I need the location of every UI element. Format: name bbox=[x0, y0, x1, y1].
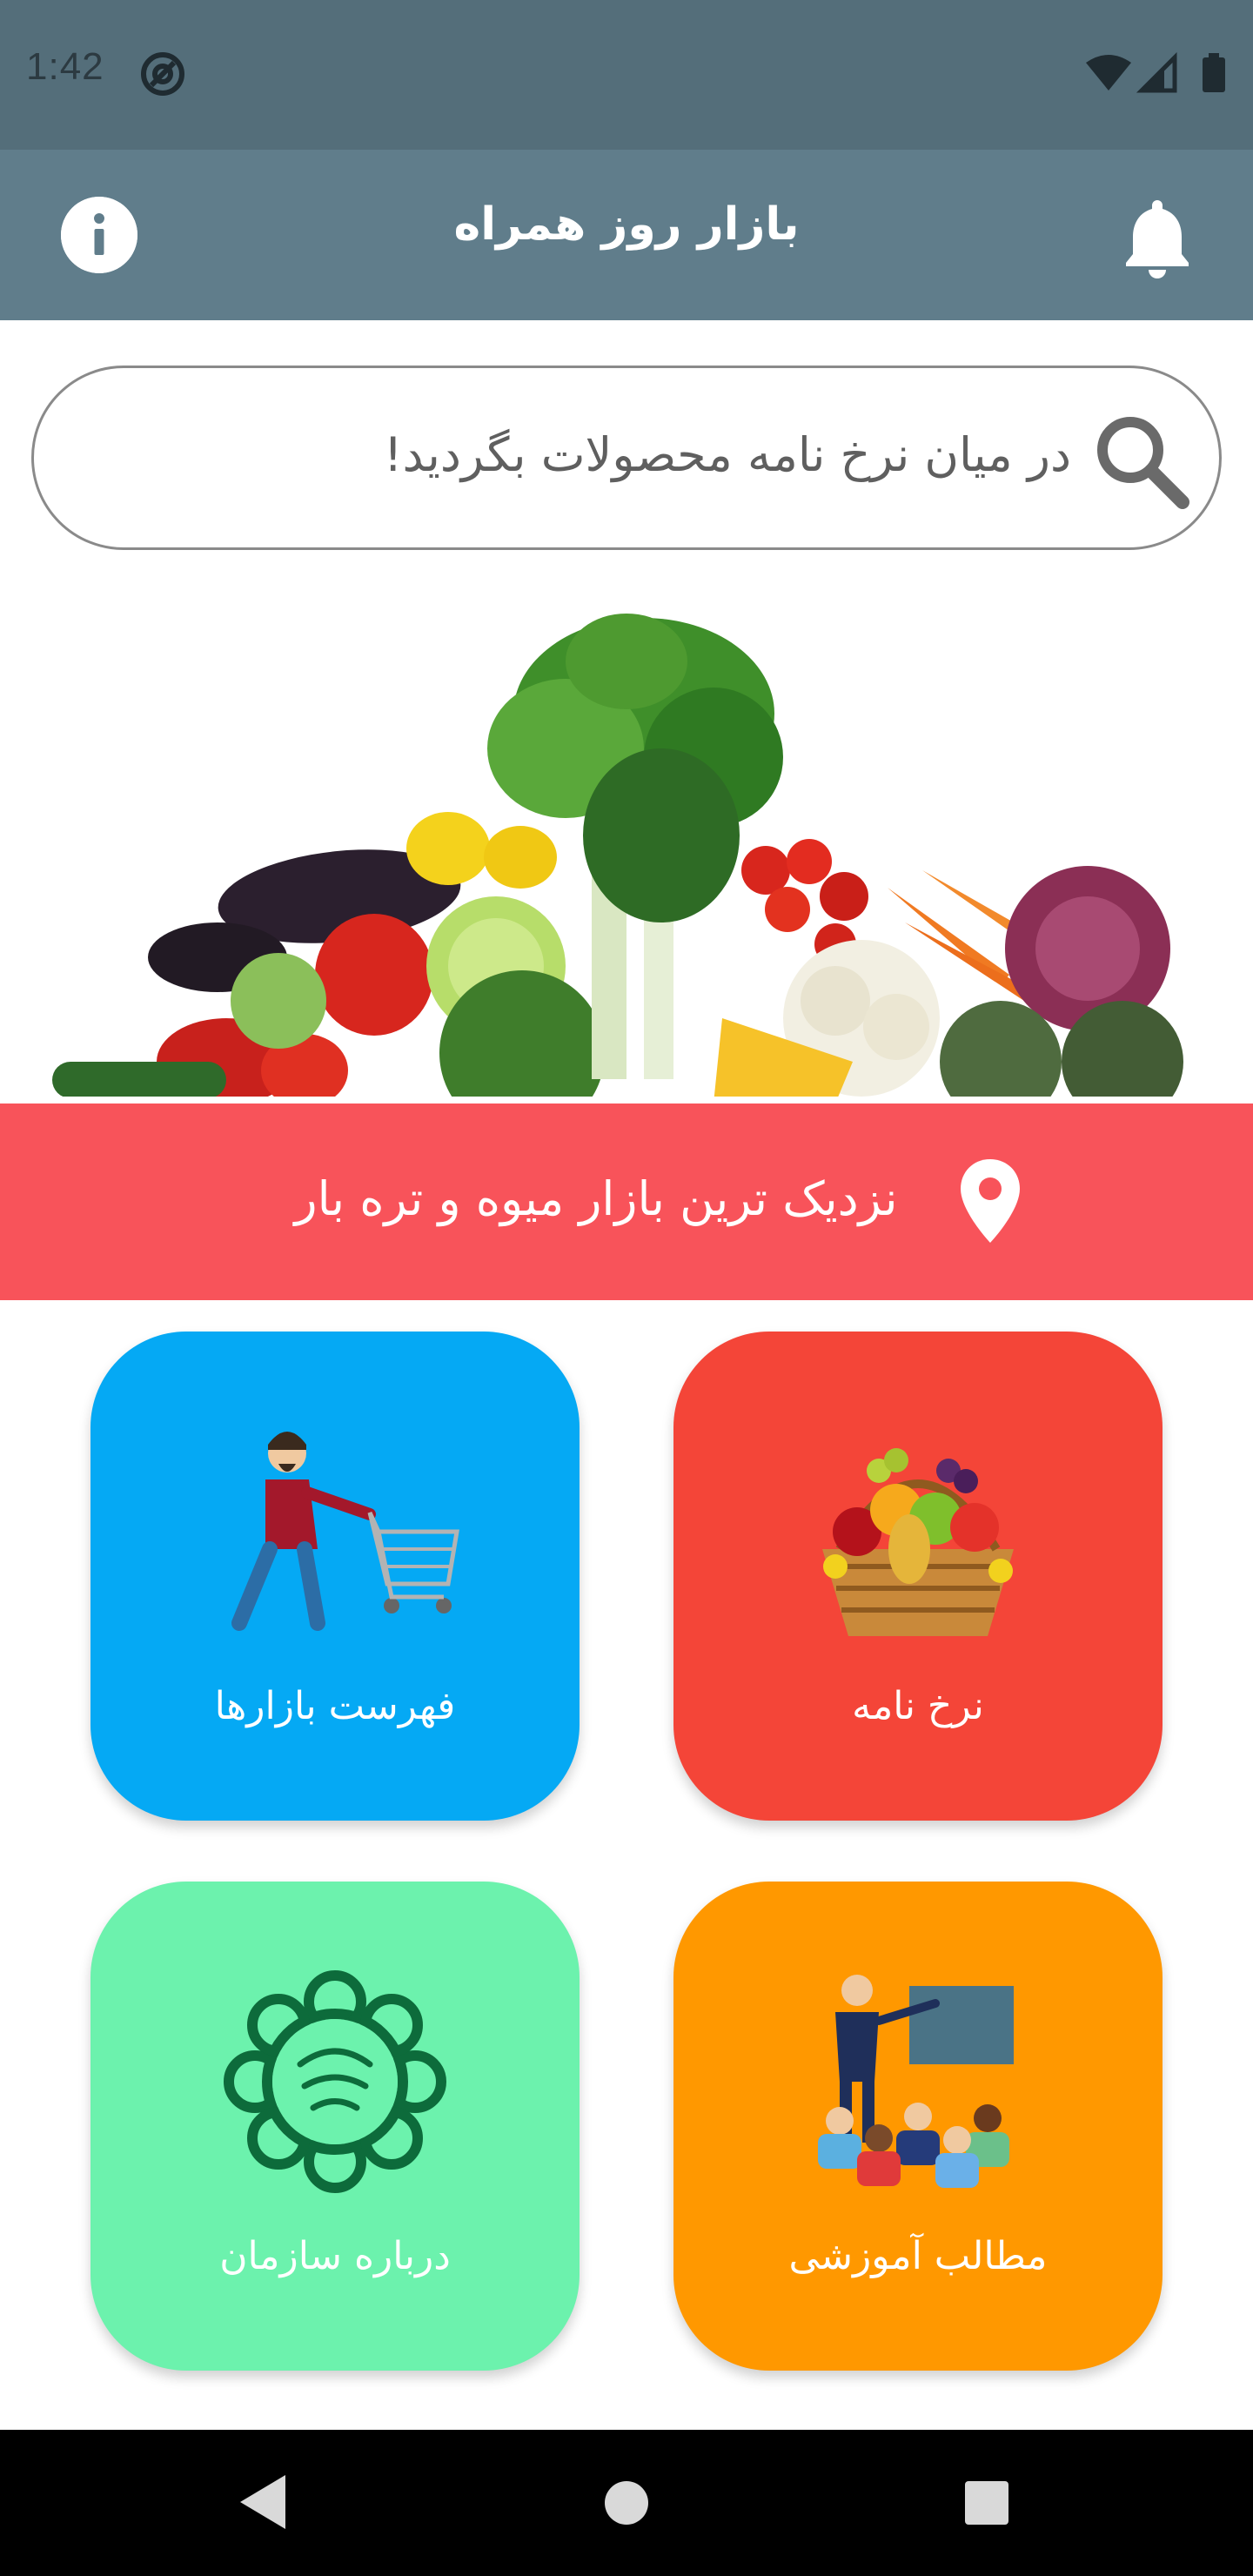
app-title: بازار روز همراه bbox=[453, 198, 800, 251]
app-screen: 1:42 بازار روز همراه در میان نرخ نامه مح… bbox=[0, 0, 1253, 2576]
back-icon[interactable] bbox=[237, 2472, 289, 2532]
app-bar: بازار روز همراه bbox=[0, 150, 1253, 320]
home-icon[interactable] bbox=[604, 2480, 649, 2526]
wifi-icon bbox=[1086, 55, 1131, 91]
status-time: 1:42 bbox=[26, 45, 104, 88]
tile-markets-list-art bbox=[90, 1419, 580, 1680]
search-icon bbox=[1097, 417, 1189, 509]
location-pin-icon bbox=[961, 1159, 1020, 1243]
nearest-market-label: نزدیک ترین بازار میوه و تره بار bbox=[294, 1171, 898, 1226]
search-placeholder: در میان نرخ نامه محصولات بگردید! bbox=[383, 427, 1071, 482]
navigation-bar bbox=[0, 2430, 1253, 2576]
search-input[interactable]: در میان نرخ نامه محصولات بگردید! bbox=[31, 366, 1222, 550]
tile-educational[interactable]: مطالب آموزشی bbox=[673, 1882, 1163, 2371]
tile-price-list-label: نرخ نامه bbox=[852, 1684, 984, 1728]
bell-icon[interactable] bbox=[1114, 193, 1201, 280]
tile-markets-list-label: فهرست بازارها bbox=[214, 1684, 456, 1728]
hero-vegetables-image bbox=[0, 614, 1253, 1104]
tile-educational-label: مطالب آموزشی bbox=[788, 2234, 1048, 2278]
nearest-market-button[interactable]: نزدیک ترین بازار میوه و تره بار bbox=[0, 1104, 1253, 1300]
shopping-cart-man-icon bbox=[231, 1432, 459, 1631]
tile-price-list[interactable]: نرخ نامه bbox=[673, 1332, 1163, 1821]
status-bar: 1:42 bbox=[0, 0, 1253, 150]
tile-about-organization-art bbox=[90, 1969, 580, 2230]
classroom-teacher-icon bbox=[818, 1975, 1014, 2188]
tile-about-organization[interactable]: درباره سازمان bbox=[90, 1882, 580, 2371]
tehran-municipality-logo bbox=[224, 1970, 446, 2193]
recents-icon[interactable] bbox=[964, 2480, 1009, 2526]
battery-icon bbox=[1203, 57, 1225, 92]
tile-markets-list[interactable]: فهرست بازارها bbox=[90, 1332, 580, 1821]
at-sign-icon bbox=[141, 52, 184, 96]
fruit-basket-icon bbox=[822, 1448, 1014, 1636]
tile-educational-art bbox=[673, 1969, 1163, 2230]
tile-price-list-art bbox=[673, 1419, 1163, 1680]
system-status-icons bbox=[1086, 52, 1225, 93]
tile-about-organization-label: درباره سازمان bbox=[219, 2234, 451, 2278]
